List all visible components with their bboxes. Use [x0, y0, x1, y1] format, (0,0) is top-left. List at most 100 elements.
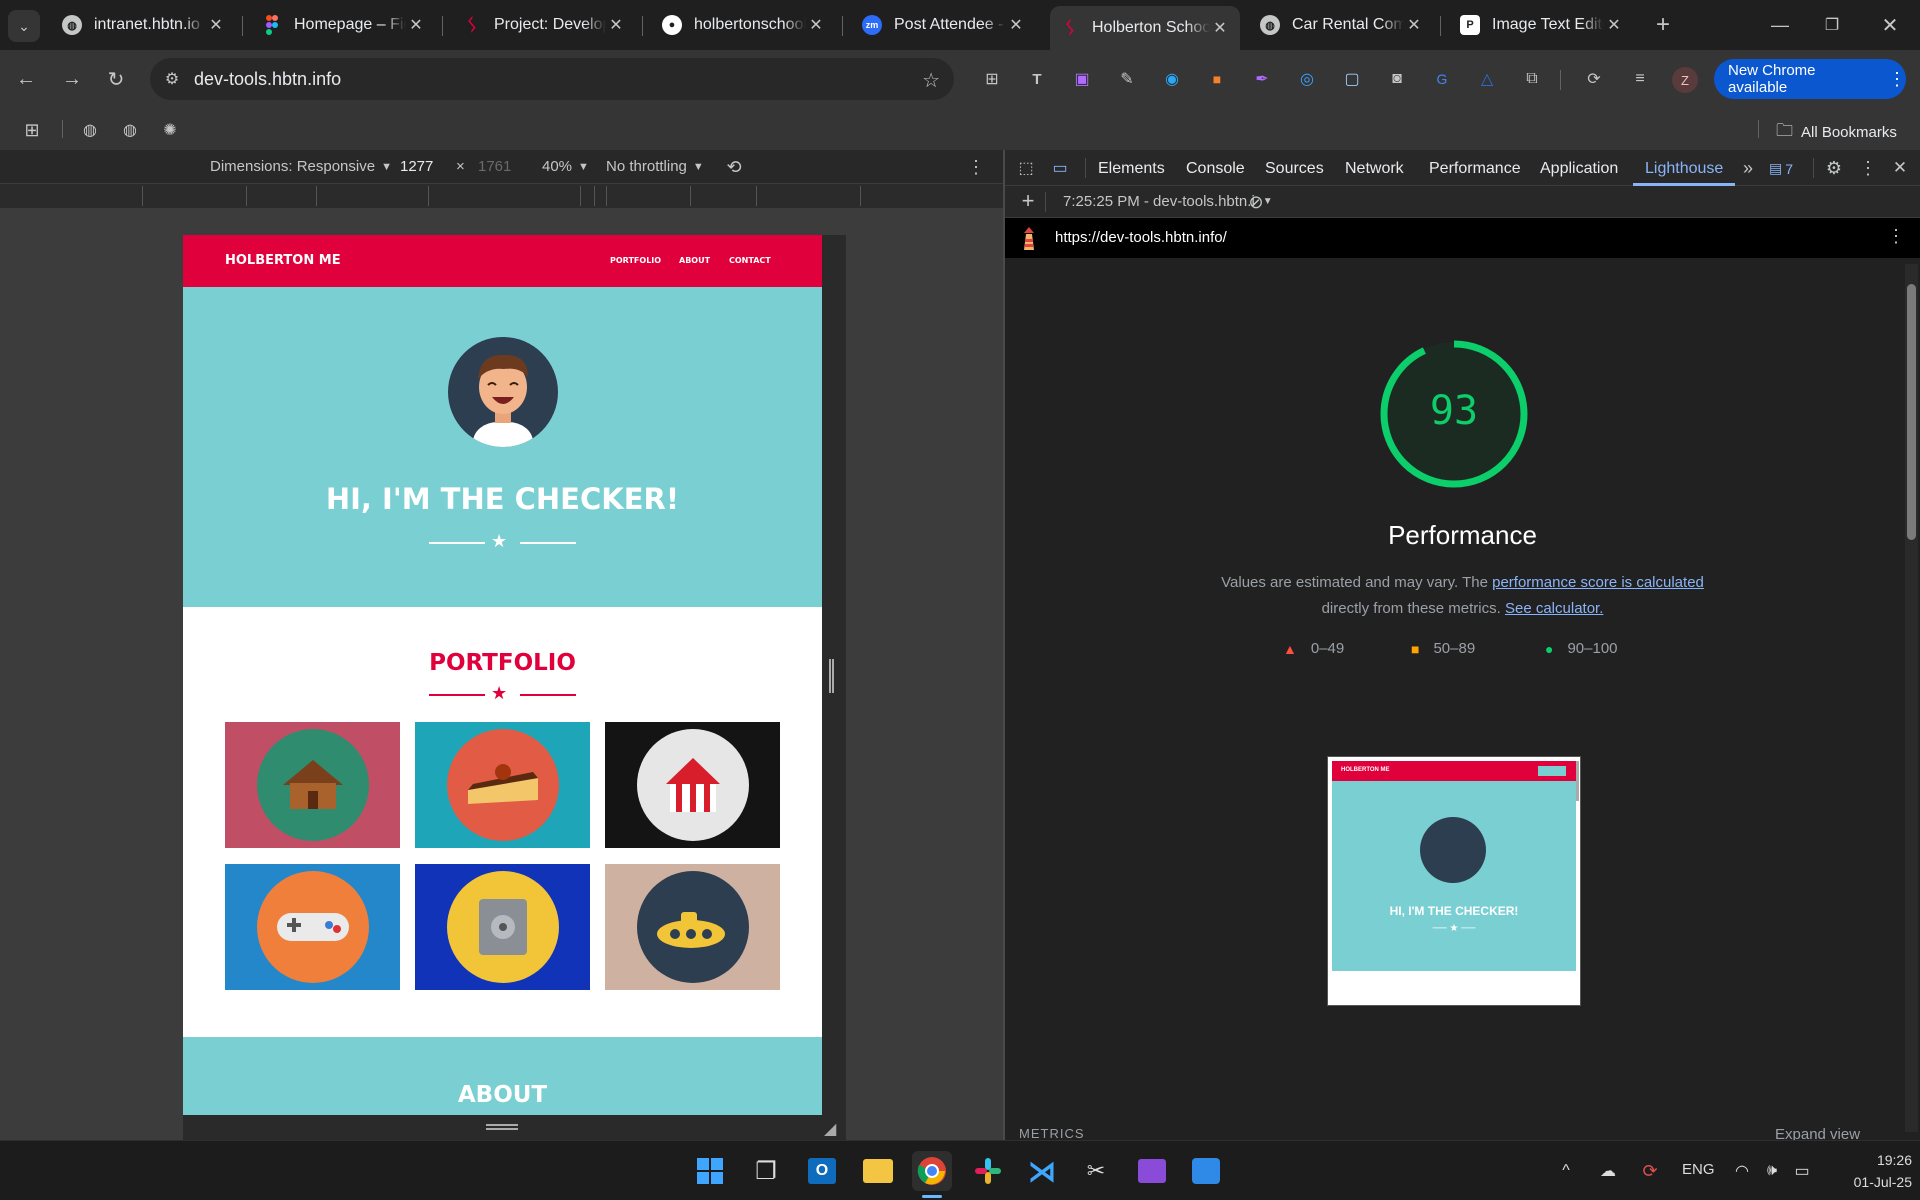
close-window-button[interactable]: ✕ [1870, 10, 1910, 40]
resize-handle-bottom[interactable] [486, 1124, 518, 1130]
media-query-ruler[interactable] [0, 184, 1003, 209]
extension-icon[interactable]: ◎ [1291, 64, 1323, 94]
tab-application[interactable]: Application [1540, 160, 1618, 178]
extension-icon[interactable]: ▣ [1066, 64, 1098, 94]
site-info-icon[interactable]: ⚙ [150, 69, 194, 89]
bookmark-globe-icon[interactable]: ◍ [78, 118, 102, 142]
tab-console[interactable]: Console [1186, 160, 1245, 178]
extension-icon[interactable]: ■ [1201, 64, 1233, 94]
forward-button[interactable]: → [56, 63, 88, 95]
more-vert-icon[interactable]: ⋮ [1887, 226, 1905, 247]
rotate-icon[interactable]: ⟲ [722, 155, 746, 179]
portfolio-item-gamepad[interactable] [225, 864, 400, 990]
chrome-update-button[interactable]: New Chrome available ⋮ [1714, 59, 1906, 99]
nav-about[interactable]: ABOUT [679, 256, 710, 265]
final-screenshot-thumbnail[interactable]: HOLBERTON ME HI, I'M THE CHECKER! ── ★ ─… [1327, 756, 1581, 1006]
portfolio-item-cabin[interactable] [225, 722, 400, 848]
extension-icon[interactable]: △ [1471, 64, 1503, 94]
throttling-select[interactable]: No throttling ▼ [606, 158, 704, 175]
see-calculator-link[interactable]: See calculator. [1505, 600, 1603, 617]
restore-button[interactable]: ❐ [1812, 10, 1852, 40]
camera-icon[interactable]: ◙ [1381, 64, 1413, 94]
translate-icon[interactable]: G [1426, 64, 1458, 94]
apps-grid-icon[interactable]: ⊞ [20, 118, 44, 142]
portfolio-item-circus[interactable] [605, 722, 780, 848]
tab-image-editor[interactable]: P Image Text Editor ✕ [1450, 8, 1634, 42]
clear-reports-icon[interactable]: ⊘ [1245, 191, 1267, 213]
back-button[interactable]: ← [10, 63, 42, 95]
portfolio-item-cake[interactable] [415, 722, 590, 848]
extension-icon[interactable]: T [1021, 64, 1053, 94]
bookmark-star-icon[interactable]: ☆ [922, 68, 940, 93]
nav-contact[interactable]: CONTACT [729, 256, 771, 265]
issues-counter[interactable]: ▤ 7 [1769, 160, 1793, 177]
tab-elements[interactable]: Elements [1098, 160, 1165, 178]
report-url[interactable]: https://dev-tools.hbtn.info/ [1055, 229, 1227, 246]
extension-icon[interactable]: ◉ [1156, 64, 1188, 94]
tab-zoom[interactable]: zm Post Attendee - Zoom ✕ [852, 8, 1036, 42]
tab-project[interactable]: ᛊ Project: Developer ✕ [452, 8, 636, 42]
new-report-icon[interactable]: + [1017, 188, 1039, 213]
more-tabs-icon[interactable]: » [1743, 158, 1753, 179]
resize-handle-right[interactable] [829, 659, 834, 693]
close-icon[interactable]: ✕ [206, 15, 226, 35]
dimensions-select[interactable]: Dimensions: Responsive ▼ [210, 158, 392, 175]
tab-car-rental[interactable]: ◍ Car Rental Company ✕ [1250, 8, 1434, 42]
device-toggle-icon[interactable]: ▭ [1049, 157, 1071, 179]
profile-avatar[interactable]: Z [1672, 67, 1698, 93]
portfolio-item-safe[interactable] [415, 864, 590, 990]
outlook-icon[interactable]: O [802, 1151, 842, 1191]
close-icon[interactable]: ✕ [1404, 15, 1424, 35]
all-bookmarks-button[interactable]: 🗀 All Bookmarks [1776, 118, 1897, 147]
photos-icon[interactable] [1186, 1151, 1226, 1191]
address-bar[interactable]: ⚙ dev-tools.hbtn.info ☆ [150, 58, 954, 100]
task-view-icon[interactable]: ❐ [746, 1151, 786, 1191]
close-icon[interactable]: ✕ [806, 15, 826, 35]
score-calculated-link[interactable]: performance score is calculated [1492, 574, 1704, 591]
snipping-tool-icon[interactable]: ✂ [1076, 1151, 1116, 1191]
close-icon[interactable]: ✕ [1006, 15, 1026, 35]
close-devtools-icon[interactable]: ✕ [1889, 157, 1911, 179]
language-indicator[interactable]: ENG [1682, 1161, 1715, 1178]
width-input[interactable]: 1277 [400, 158, 433, 175]
show-hidden-icons[interactable]: ^ [1556, 1159, 1576, 1183]
close-icon[interactable]: ✕ [406, 15, 426, 35]
start-button[interactable] [690, 1151, 730, 1191]
clock[interactable]: 19:26 01-Jul-25 [1822, 1149, 1912, 1193]
wifi-icon[interactable]: ◠ [1730, 1159, 1754, 1183]
reload-button[interactable]: ↻ [100, 63, 132, 95]
battery-icon[interactable]: ▭ [1790, 1159, 1814, 1183]
puzzle-icon[interactable]: ⧉ [1516, 64, 1548, 94]
portfolio-item-submarine[interactable] [605, 864, 780, 990]
new-tab-button[interactable]: + [1648, 10, 1678, 40]
more-vert-icon[interactable]: ⋮ [1857, 157, 1879, 179]
bookmark-globe-icon[interactable]: ◍ [118, 118, 142, 142]
media-control-icon[interactable]: ≡ [1624, 64, 1656, 94]
page-brand[interactable]: HOLBERTON ME [225, 253, 341, 268]
extension-icon[interactable]: ✒ [1246, 64, 1278, 94]
bookmark-chatgpt-icon[interactable]: ✺ [158, 118, 182, 142]
tab-holberton-active[interactable]: ᛊ Holberton School ✕ [1050, 6, 1240, 50]
tab-figma[interactable]: Homepage – Figma ✕ [252, 8, 436, 42]
close-icon[interactable]: ✕ [1604, 15, 1624, 35]
tab-performance[interactable]: Performance [1429, 160, 1521, 178]
chrome-taskbar-icon[interactable] [912, 1151, 952, 1191]
tab-lighthouse[interactable]: Lighthouse [1645, 160, 1723, 178]
more-vert-icon[interactable]: ⋮ [966, 155, 986, 179]
nav-portfolio[interactable]: PORTFOLIO [610, 256, 661, 265]
report-selector[interactable]: 7:25:25 PM - dev-tools.hbtn.i ▼ [1063, 193, 1273, 210]
volume-icon[interactable]: 🕪 [1760, 1159, 1784, 1183]
tab-sources[interactable]: Sources [1265, 160, 1324, 178]
vscode-icon[interactable]: ⋊ [1022, 1151, 1062, 1191]
sync-icon[interactable]: ⟳ [1638, 1159, 1662, 1183]
settings-gear-icon[interactable]: ⚙ [1823, 157, 1845, 179]
close-icon[interactable]: ✕ [1210, 18, 1230, 38]
extension-icon[interactable]: ▢ [1336, 64, 1368, 94]
resize-corner-icon[interactable]: ◢ [824, 1119, 836, 1139]
performance-icon[interactable]: ⟳ [1578, 64, 1610, 94]
inspect-element-icon[interactable]: ⬚ [1015, 157, 1037, 179]
tab-github[interactable]: ● holbertonschool ✕ [652, 8, 836, 42]
height-input[interactable]: 1761 [478, 158, 511, 175]
report-scrollbar[interactable] [1905, 264, 1918, 1132]
address-text[interactable]: dev-tools.hbtn.info [194, 69, 341, 90]
